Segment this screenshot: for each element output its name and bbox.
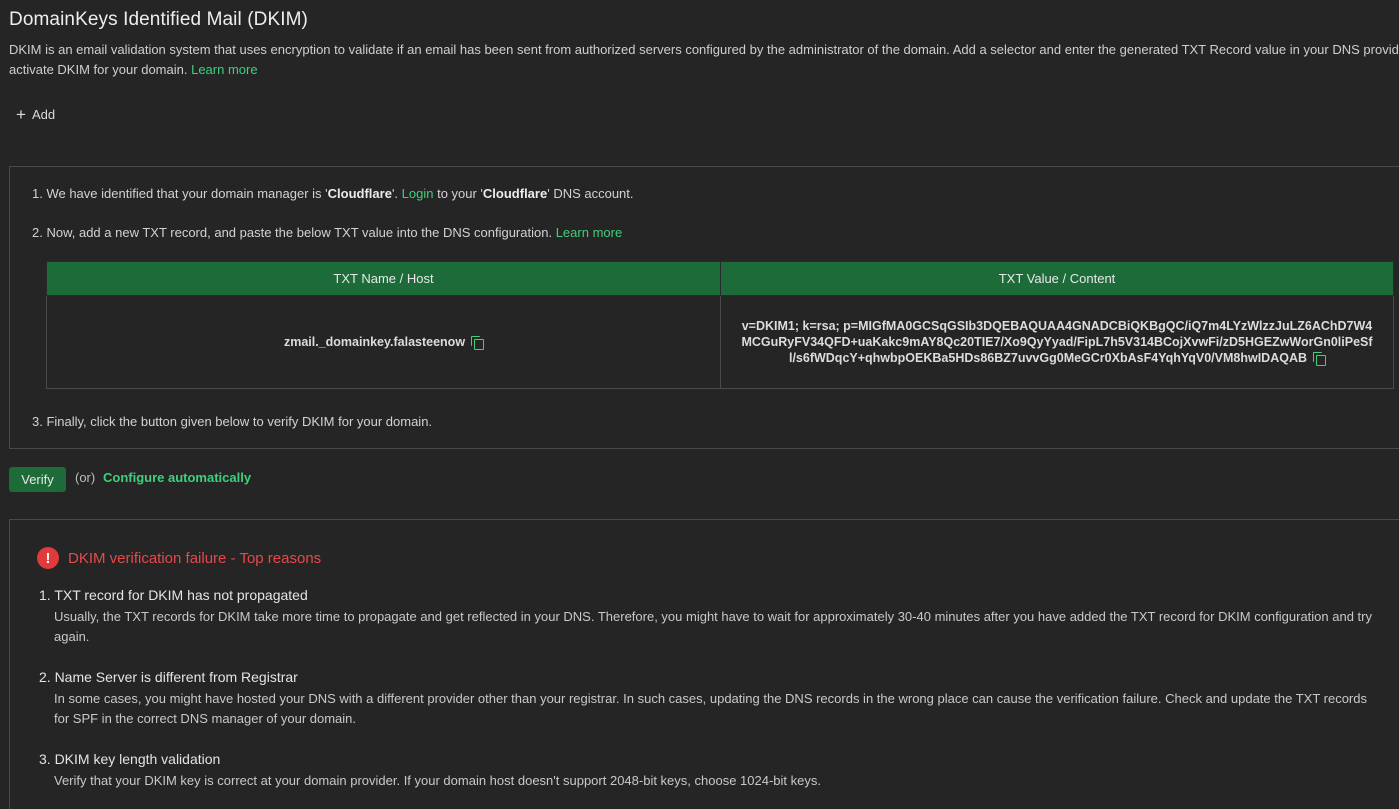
reason-title: 1. TXT record for DKIM has not propagate… [39, 587, 308, 603]
add-label: Add [31, 107, 56, 122]
txt-name-value[interactable]: zmail._domainkey.falasteenow [284, 335, 465, 349]
step1-text-prefix: 1. We have identified that your domain m… [32, 186, 328, 201]
page-title: DomainKeys Identified Mail (DKIM) [9, 9, 308, 30]
reason-description: Usually, the TXT records for DKIM take m… [54, 609, 1372, 644]
reason-description: In some cases, you might have hosted you… [54, 691, 1367, 726]
column-header-value: TXT Value / Content [720, 261, 1394, 296]
copy-icon[interactable] [471, 336, 485, 351]
txt-value-cell: v=DKIM1; k=rsa; p=MIGfMA0GCSqGSIb3DQEBAQ… [720, 295, 1394, 389]
or-separator: (or) [75, 470, 96, 485]
page-description: DKIM is an email validation system that … [9, 40, 1399, 80]
learn-more-link[interactable]: Learn more [191, 62, 257, 77]
verify-button[interactable]: Verify [9, 467, 66, 492]
step2-text: 2. Now, add a new TXT record, and paste … [32, 225, 553, 240]
step-1: 1. We have identified that your domain m… [32, 186, 634, 201]
step1-text-suffix: ' DNS account. [547, 186, 634, 201]
failure-header: ! DKIM verification failure - Top reason… [37, 547, 321, 569]
failure-reason-3: 3. DKIM key length validation Verify tha… [39, 751, 1379, 791]
step2-learn-more-link[interactable]: Learn more [556, 225, 622, 240]
dns-record-table: TXT Name / Host TXT Value / Content zmai… [46, 261, 1394, 389]
step-3: 3. Finally, click the button given below… [32, 414, 433, 429]
reason-title: 3. DKIM key length validation [39, 751, 221, 767]
verification-failure-panel: ! DKIM verification failure - Top reason… [9, 519, 1399, 809]
column-header-name: TXT Name / Host [46, 261, 721, 296]
failure-title: DKIM verification failure - Top reasons [68, 549, 322, 567]
alert-icon: ! [37, 547, 59, 569]
dns-setup-steps: 1. We have identified that your domain m… [9, 166, 1399, 449]
step-2: 2. Now, add a new TXT record, and paste … [32, 225, 622, 240]
txt-value-content[interactable]: v=DKIM1; k=rsa; p=MIGfMA0GCSqGSIb3DQEBAQ… [741, 319, 1372, 365]
domain-provider-name-2: Cloudflare [482, 186, 548, 201]
login-link[interactable]: Login [402, 186, 434, 201]
failure-reason-2: 2. Name Server is different from Registr… [39, 669, 1379, 729]
copy-icon[interactable] [1313, 352, 1327, 367]
reason-description: Verify that your DKIM key is correct at … [54, 773, 821, 788]
reason-title: 2. Name Server is different from Registr… [39, 669, 298, 685]
step1-text-mid2: to your ' [433, 186, 483, 201]
failure-reason-1: 1. TXT record for DKIM has not propagate… [39, 587, 1379, 647]
configure-automatically-link[interactable]: Configure automatically [103, 470, 251, 485]
domain-provider-name: Cloudflare [327, 186, 392, 201]
table-row: zmail._domainkey.falasteenow v=DKIM1; k=… [46, 295, 1394, 389]
plus-icon: + [16, 105, 26, 124]
txt-name-cell: zmail._domainkey.falasteenow [46, 295, 721, 389]
add-selector-button[interactable]: + Add [16, 106, 55, 123]
step1-text-mid: '. [391, 186, 402, 201]
table-header-row: TXT Name / Host TXT Value / Content [46, 261, 1394, 296]
